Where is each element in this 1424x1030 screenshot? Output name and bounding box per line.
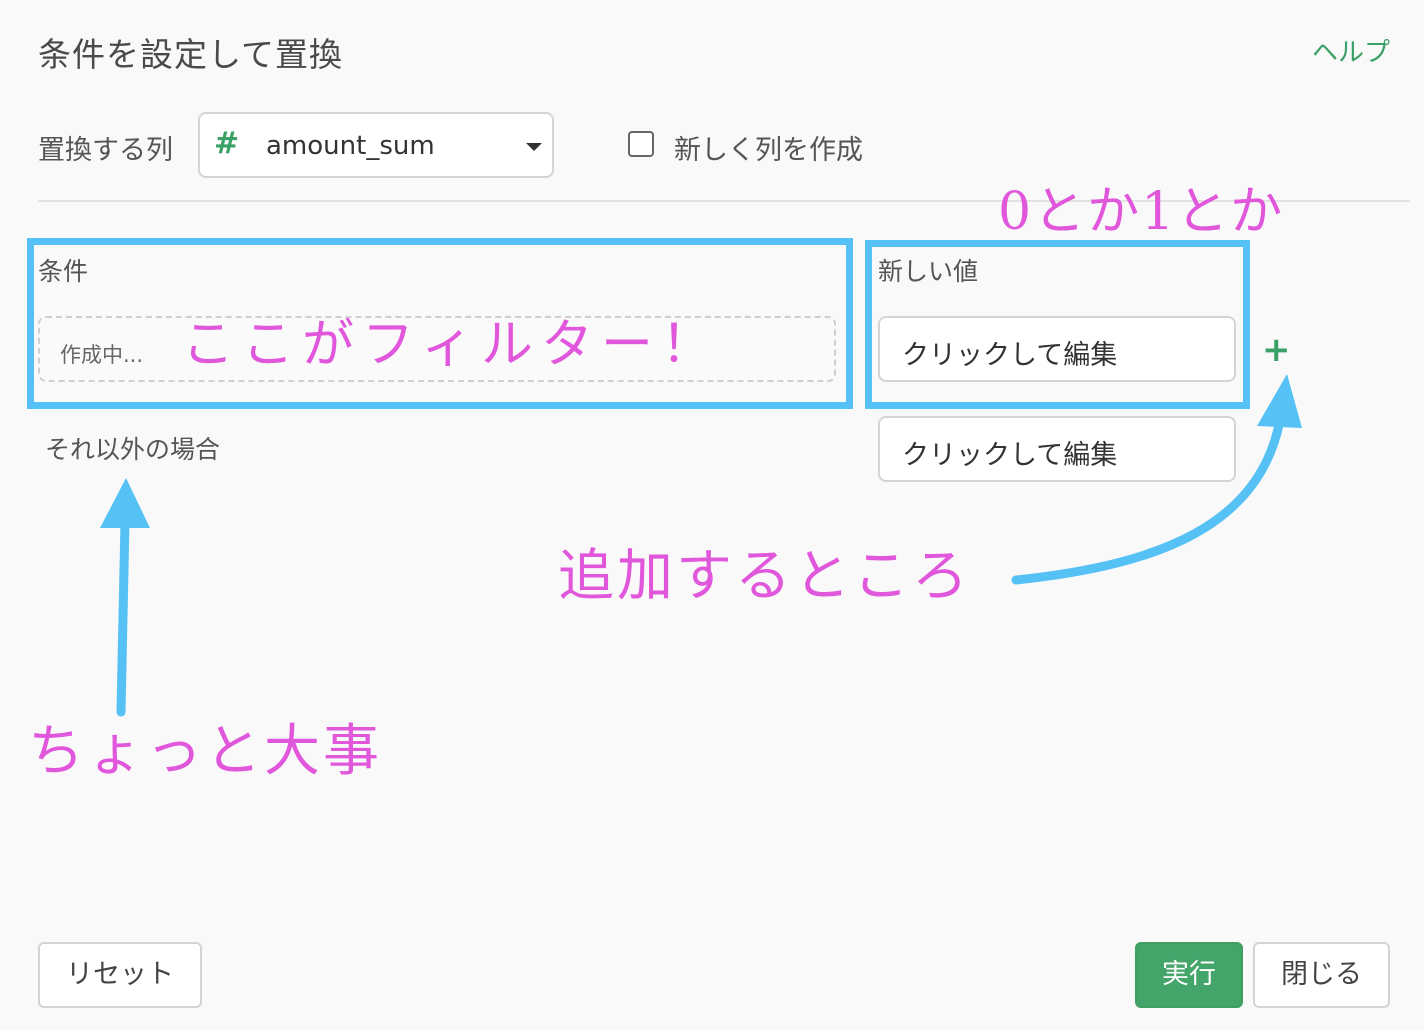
condition-column-header: 条件 [38,257,89,286]
annotation-value-note: 0とか1とか [998,182,1285,242]
annotation-filter-note: ここがフィルター！ [182,315,721,375]
new-value-placeholder: クリックして編集 [902,340,1118,371]
arrow-up-head [100,478,150,528]
new-column-checkbox[interactable] [628,131,654,157]
new-column-label[interactable]: 新しく列を作成 [674,128,863,167]
reset-button[interactable]: リセット [38,942,202,1008]
otherwise-value-placeholder: クリックして編集 [902,440,1118,471]
add-rule-plus-icon[interactable]: + [1262,330,1291,370]
otherwise-value-input[interactable]: クリックして編集 [878,416,1236,482]
chevron-down-icon [526,143,542,151]
help-link[interactable]: ヘルプ [1312,32,1390,69]
dialog-title: 条件を設定して置換 [38,35,344,74]
condition-status-text: 作成中... [60,343,144,367]
otherwise-label: それ以外の場合 [45,435,221,464]
numeric-type-icon: # [214,126,240,161]
annotation-add-note: 追加するところ [558,544,971,609]
new-value-column-header: 新しい値 [878,257,979,286]
arrow-curve-head [1257,374,1302,428]
run-button[interactable]: 実行 [1135,942,1243,1008]
selected-column-value: amount_sum [266,131,435,161]
arrow-up-line [116,517,130,717]
new-value-input[interactable]: クリックして編集 [878,316,1236,382]
close-button[interactable]: 閉じる [1253,942,1390,1008]
column-select[interactable]: # amount_sum [198,112,554,178]
replace-column-label: 置換する列 [38,135,173,166]
annotation-important-note: ちょっと大事 [28,719,382,784]
